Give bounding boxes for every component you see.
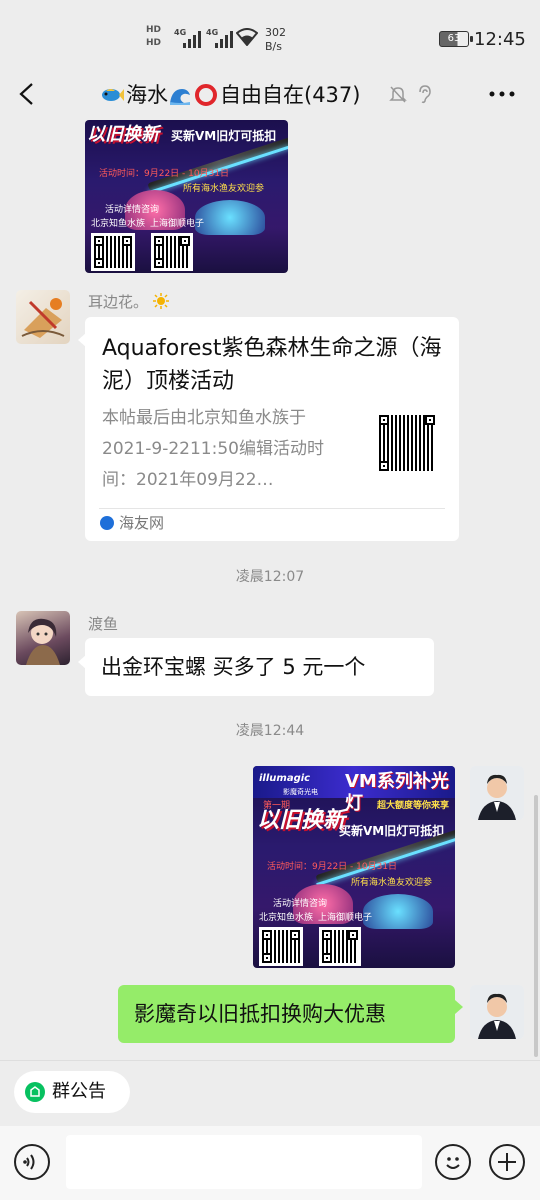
- input-bar: [0, 1126, 540, 1200]
- voice-icon[interactable]: [14, 1144, 50, 1180]
- back-icon[interactable]: [16, 82, 40, 106]
- sun-emoji-icon: [152, 293, 169, 309]
- promo-logo: illumagic: [259, 773, 311, 784]
- net-speed: 302 B/s: [265, 26, 286, 54]
- promo-consult: 活动详情咨询: [273, 899, 328, 909]
- chat-title: 海水 自由自在(437): [100, 80, 430, 110]
- qr-code-icon: [376, 412, 438, 474]
- status-bar: HD HD 4G 4G 302 B/s 63 12:45: [0, 0, 540, 76]
- plus-icon[interactable]: [489, 1144, 525, 1180]
- link-card[interactable]: Aquaforest紫色森林生命之源（海泥）顶楼活动 本帖最后由北京知鱼水族于2…: [85, 317, 459, 541]
- promo-offer: 买新VM旧灯可抵扣: [171, 129, 277, 143]
- notice-label: 群公告: [52, 1081, 106, 1102]
- self-message-bubble[interactable]: 影魔奇以旧抵扣换购大优惠: [118, 985, 455, 1043]
- promo-consult: 活动详情咨询: [105, 205, 160, 215]
- promo-partner-1: 北京知鱼水族: [91, 219, 146, 229]
- wave-emoji-icon: [168, 83, 192, 107]
- scrollbar[interactable]: [534, 795, 538, 1057]
- message-bubble[interactable]: 出金环宝螺 买多了 5 元一个: [85, 638, 434, 696]
- avatar[interactable]: [16, 611, 70, 665]
- promo-logo-sub: 影魔奇光电: [283, 788, 318, 796]
- group-notice-button[interactable]: 群公告: [14, 1071, 130, 1113]
- battery-icon: 63: [439, 31, 473, 47]
- net-speed-value: 302: [265, 26, 286, 39]
- qr-code-icon: [319, 927, 361, 966]
- promo-image-top[interactable]: 以旧换新 买新VM旧灯可抵扣 活动时间：9月22日 - 10月31日 所有海水渔…: [85, 120, 288, 273]
- clock: 12:45: [474, 29, 526, 50]
- emoji-icon[interactable]: [435, 1144, 471, 1180]
- promo-image[interactable]: illumagic 影魔奇光电 VM系列补光灯 超大额度等你来享 第一期 以旧换…: [253, 766, 455, 968]
- self-avatar[interactable]: [470, 766, 524, 820]
- chat-header: 海水 自由自在(437): [0, 70, 540, 120]
- hd-label-2: HD: [146, 38, 162, 48]
- self-avatar[interactable]: [470, 985, 524, 1039]
- promo-partner-2: 上海御顺电子: [150, 219, 205, 229]
- mute-bell-icon: [388, 84, 408, 104]
- circle-emoji-icon: [194, 83, 218, 107]
- signal-icon-1: 4G: [174, 28, 202, 48]
- fish-emoji-icon: [100, 83, 124, 107]
- more-icon[interactable]: [488, 82, 516, 106]
- timestamp: 凌晨12:44: [235, 723, 305, 739]
- signal-icon-2: 4G: [206, 28, 234, 48]
- promo-offer: 买新VM旧灯可抵扣: [339, 824, 445, 838]
- promo-scope: 所有海水渔友欢迎参: [183, 184, 265, 194]
- promo-tagline: 超大额度等你来享: [377, 801, 450, 811]
- title-main: 自由自在(437): [220, 83, 361, 107]
- sender-name: 渡鱼: [88, 615, 119, 633]
- battery-level: 63: [447, 33, 461, 44]
- ear-icon: [414, 84, 434, 104]
- title-prefix: 海水: [126, 83, 168, 107]
- promo-big-text: 以旧换新: [87, 124, 159, 145]
- divider: [99, 508, 445, 509]
- net-speed-unit: B/s: [265, 40, 282, 53]
- avatar[interactable]: [16, 290, 70, 344]
- notice-bar: 群公告: [0, 1060, 540, 1126]
- sender-name: 耳边花。: [88, 292, 169, 312]
- qr-code-icon: [259, 927, 303, 966]
- qr-code-icon: [151, 233, 193, 271]
- link-card-title: Aquaforest紫色森林生命之源（海泥）顶楼活动: [102, 336, 442, 394]
- promo-time: 活动时间：9月22日 - 10月31日: [99, 169, 230, 179]
- wifi-icon: [235, 28, 259, 48]
- link-card-source: 海友网: [119, 514, 165, 532]
- source-logo-icon: [100, 516, 114, 530]
- hd-indicator: HD HD: [146, 24, 161, 50]
- notice-icon: [25, 1082, 45, 1102]
- promo-partner-2: 上海御顺电子: [318, 913, 373, 923]
- sender-name-text: 耳边花。: [88, 293, 149, 311]
- timestamp: 凌晨12:07: [235, 569, 305, 585]
- promo-time: 活动时间：9月22日 - 10月31日: [267, 862, 398, 872]
- promo-partner-1: 北京知鱼水族: [259, 913, 314, 923]
- hd-label-1: HD: [146, 25, 162, 35]
- promo-scope: 所有海水渔友欢迎参: [351, 878, 433, 888]
- promo-big-text: 以旧换新: [257, 808, 346, 833]
- qr-code-icon: [91, 233, 135, 271]
- link-card-description: 本帖最后由北京知鱼水族于2021-9-2211:50编辑活动时间：2021年09…: [102, 408, 324, 490]
- message-input[interactable]: [66, 1135, 422, 1189]
